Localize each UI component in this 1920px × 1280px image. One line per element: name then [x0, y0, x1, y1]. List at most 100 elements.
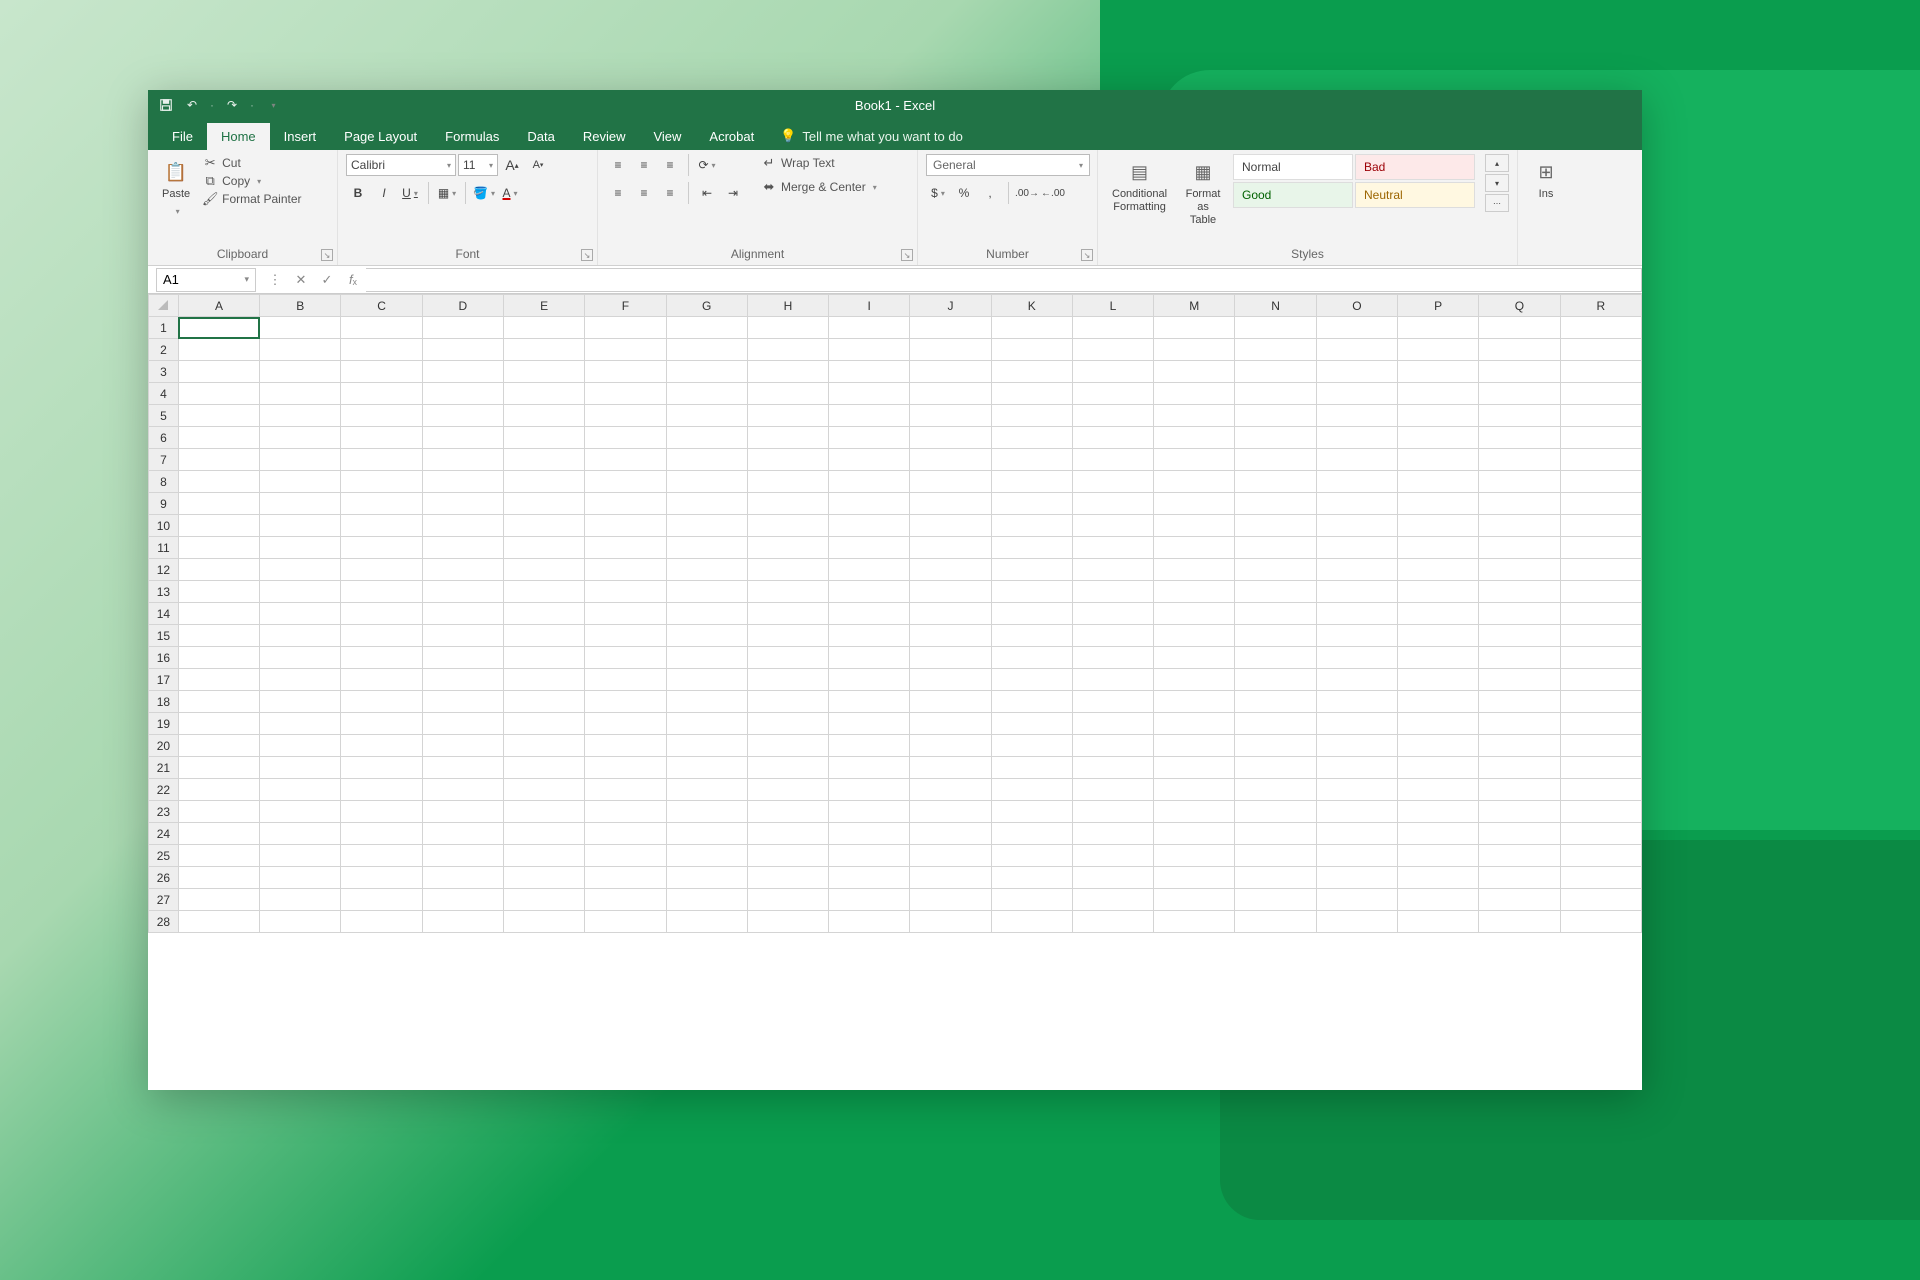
cell-F25[interactable]	[585, 845, 666, 867]
cell-I14[interactable]	[829, 603, 910, 625]
cell-K13[interactable]	[991, 581, 1072, 603]
cell-C24[interactable]	[341, 823, 422, 845]
cell-H7[interactable]	[747, 449, 828, 471]
cell-C6[interactable]	[341, 427, 422, 449]
number-format-select[interactable]: General▾	[926, 154, 1090, 176]
cell-G27[interactable]	[666, 889, 747, 911]
cell-H10[interactable]	[747, 515, 828, 537]
cell-Q10[interactable]	[1479, 515, 1560, 537]
cell-J13[interactable]	[910, 581, 991, 603]
cell-N21[interactable]	[1235, 757, 1316, 779]
cell-I28[interactable]	[829, 911, 910, 933]
cell-I5[interactable]	[829, 405, 910, 427]
wrap-text-button[interactable]: ↵Wrap Text	[761, 154, 877, 172]
cell-M17[interactable]	[1154, 669, 1235, 691]
cell-J10[interactable]	[910, 515, 991, 537]
cell-B9[interactable]	[260, 493, 341, 515]
cell-I21[interactable]	[829, 757, 910, 779]
cell-K28[interactable]	[991, 911, 1072, 933]
cell-O2[interactable]	[1316, 339, 1397, 361]
cell-A6[interactable]	[178, 427, 259, 449]
cell-A27[interactable]	[178, 889, 259, 911]
cell-C4[interactable]	[341, 383, 422, 405]
cell-J26[interactable]	[910, 867, 991, 889]
column-header-A[interactable]: A	[178, 295, 259, 317]
cell-E21[interactable]	[503, 757, 584, 779]
number-dialog-launcher[interactable]: ↘	[1081, 249, 1093, 261]
cell-A20[interactable]	[178, 735, 259, 757]
cell-A19[interactable]	[178, 713, 259, 735]
cell-E16[interactable]	[503, 647, 584, 669]
cell-R20[interactable]	[1560, 735, 1641, 757]
cell-N8[interactable]	[1235, 471, 1316, 493]
cell-N1[interactable]	[1235, 317, 1316, 339]
cell-I11[interactable]	[829, 537, 910, 559]
format-as-table-button[interactable]: ▦ Format as Table	[1179, 154, 1227, 232]
cell-L13[interactable]	[1072, 581, 1153, 603]
cell-D3[interactable]	[422, 361, 503, 383]
cell-P27[interactable]	[1398, 889, 1479, 911]
cell-A12[interactable]	[178, 559, 259, 581]
cell-H9[interactable]	[747, 493, 828, 515]
styles-more[interactable]: ⋯	[1485, 194, 1509, 212]
cell-G26[interactable]	[666, 867, 747, 889]
cell-H21[interactable]	[747, 757, 828, 779]
column-header-I[interactable]: I	[829, 295, 910, 317]
cell-N22[interactable]	[1235, 779, 1316, 801]
cell-J17[interactable]	[910, 669, 991, 691]
cell-F24[interactable]	[585, 823, 666, 845]
cell-P28[interactable]	[1398, 911, 1479, 933]
column-header-K[interactable]: K	[991, 295, 1072, 317]
row-header-21[interactable]: 21	[149, 757, 179, 779]
cell-H27[interactable]	[747, 889, 828, 911]
enter-formula-icon[interactable]: ✓	[314, 268, 340, 292]
cell-I10[interactable]	[829, 515, 910, 537]
align-bottom-button[interactable]: ≡	[658, 154, 682, 176]
row-header-20[interactable]: 20	[149, 735, 179, 757]
cell-styles-gallery[interactable]: Normal Bad Good Neutral	[1233, 154, 1475, 208]
cell-K24[interactable]	[991, 823, 1072, 845]
column-header-C[interactable]: C	[341, 295, 422, 317]
cell-R16[interactable]	[1560, 647, 1641, 669]
cell-A24[interactable]	[178, 823, 259, 845]
cell-I4[interactable]	[829, 383, 910, 405]
decrease-indent-button[interactable]: ⇤	[695, 182, 719, 204]
cell-M11[interactable]	[1154, 537, 1235, 559]
font-dialog-launcher[interactable]: ↘	[581, 249, 593, 261]
cell-P24[interactable]	[1398, 823, 1479, 845]
cell-F16[interactable]	[585, 647, 666, 669]
column-header-F[interactable]: F	[585, 295, 666, 317]
row-header-12[interactable]: 12	[149, 559, 179, 581]
cell-C9[interactable]	[341, 493, 422, 515]
cell-O13[interactable]	[1316, 581, 1397, 603]
cell-K16[interactable]	[991, 647, 1072, 669]
cell-C16[interactable]	[341, 647, 422, 669]
cell-P4[interactable]	[1398, 383, 1479, 405]
cell-I15[interactable]	[829, 625, 910, 647]
cell-L6[interactable]	[1072, 427, 1153, 449]
row-header-22[interactable]: 22	[149, 779, 179, 801]
cell-O7[interactable]	[1316, 449, 1397, 471]
cell-P25[interactable]	[1398, 845, 1479, 867]
cell-R28[interactable]	[1560, 911, 1641, 933]
cell-Q4[interactable]	[1479, 383, 1560, 405]
cell-M22[interactable]	[1154, 779, 1235, 801]
cell-M13[interactable]	[1154, 581, 1235, 603]
column-header-R[interactable]: R	[1560, 295, 1641, 317]
cell-F5[interactable]	[585, 405, 666, 427]
cell-I9[interactable]	[829, 493, 910, 515]
cell-I6[interactable]	[829, 427, 910, 449]
tab-home[interactable]: Home	[207, 123, 270, 150]
redo-icon[interactable]: ↷	[224, 97, 240, 113]
cell-G6[interactable]	[666, 427, 747, 449]
orientation-button[interactable]: ⟳	[695, 154, 719, 176]
cell-F18[interactable]	[585, 691, 666, 713]
cell-H16[interactable]	[747, 647, 828, 669]
cell-Q21[interactable]	[1479, 757, 1560, 779]
cell-I26[interactable]	[829, 867, 910, 889]
cell-I13[interactable]	[829, 581, 910, 603]
cell-N16[interactable]	[1235, 647, 1316, 669]
cell-E2[interactable]	[503, 339, 584, 361]
cell-K27[interactable]	[991, 889, 1072, 911]
cell-H13[interactable]	[747, 581, 828, 603]
